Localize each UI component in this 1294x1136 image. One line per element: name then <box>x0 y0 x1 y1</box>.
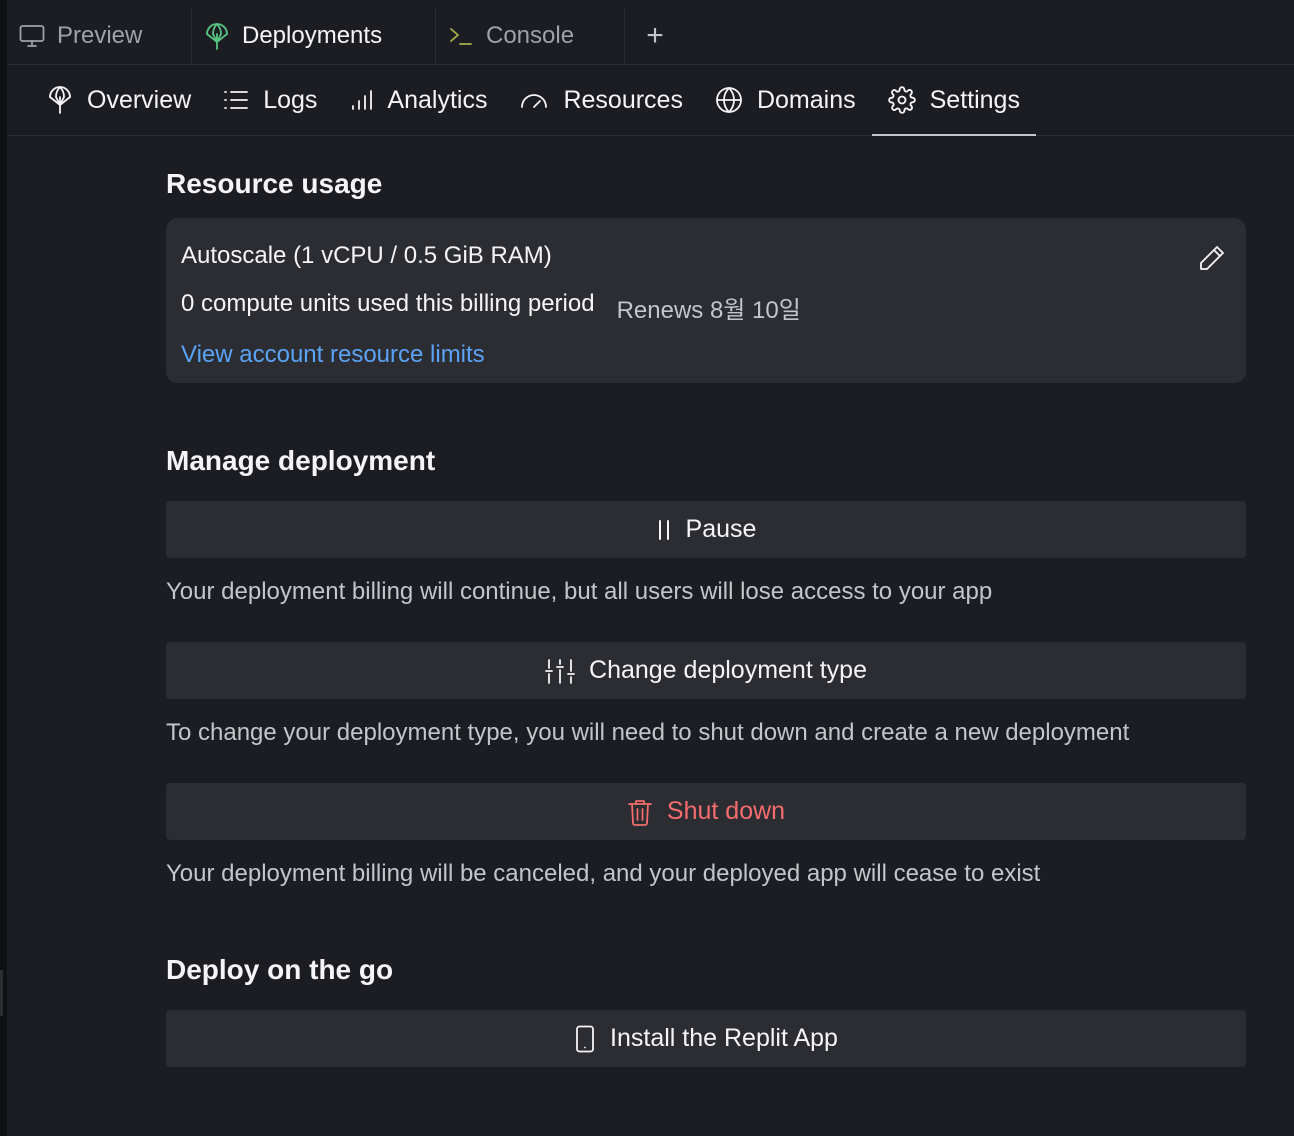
resource-usage-title: Resource usage <box>166 168 383 199</box>
shut-down-button[interactable]: Shut down <box>166 783 1246 840</box>
manage-deployment-title: Manage deployment <box>166 445 436 476</box>
nav-settings[interactable]: Settings <box>871 65 1037 136</box>
install-replit-app-button[interactable]: Install the Replit App <box>166 1010 1246 1067</box>
tab-deployments[interactable]: Deployments <box>192 8 436 64</box>
tab-deployments-label: Deployments <box>242 22 383 49</box>
bar-chart-icon <box>352 90 373 110</box>
pause-button[interactable]: Pause <box>166 501 1246 558</box>
nav-resources-label: Resources <box>563 85 683 114</box>
app-root: Preview Deployments Console + Overview L… <box>0 0 1294 1136</box>
plus-icon: + <box>646 19 664 52</box>
nav-logs[interactable]: Logs <box>207 65 333 135</box>
nav-logs-label: Logs <box>263 85 318 114</box>
pause-label: Pause <box>685 515 757 543</box>
deployment-nav: Overview Logs Analytics Resources Domain… <box>7 65 1294 136</box>
nav-overview[interactable]: Overview <box>31 65 207 135</box>
terminal-icon <box>450 28 472 45</box>
add-tab-button[interactable]: + <box>625 8 685 64</box>
resource-usage-card: Autoscale (1 vCPU / 0.5 GiB RAM) 0 compu… <box>166 218 1246 383</box>
change-deployment-type-button[interactable]: Change deployment type <box>166 642 1246 699</box>
pencil-icon <box>1200 246 1224 270</box>
machine-config: Autoscale (1 vCPU / 0.5 GiB RAM) <box>181 242 552 269</box>
usage-row: 0 compute units used this billing period… <box>181 290 1231 325</box>
deployments-icon <box>49 86 71 114</box>
nav-resources[interactable]: Resources <box>503 65 699 135</box>
left-edge <box>0 0 7 1136</box>
shut-down-label: Shut down <box>666 797 786 825</box>
change-deployment-type-label: Change deployment type <box>589 656 867 684</box>
trash-icon <box>628 799 652 826</box>
tab-bar: Preview Deployments Console + <box>7 8 1294 65</box>
tab-preview-label: Preview <box>57 22 143 49</box>
tab-preview[interactable]: Preview <box>7 8 192 64</box>
tab-console[interactable]: Console <box>436 8 625 64</box>
gear-icon <box>887 86 916 114</box>
nav-settings-label: Settings <box>929 85 1020 114</box>
tab-console-label: Console <box>486 22 575 49</box>
shut-down-description: Your deployment billing will be canceled… <box>166 860 1041 887</box>
settings-content: Resource usage Autoscale (1 vCPU / 0.5 G… <box>166 136 1246 1067</box>
renewal-date: Renews 8월 10일 <box>616 297 801 324</box>
pause-icon <box>658 519 669 540</box>
sliders-icon <box>545 658 575 684</box>
pause-description: Your deployment billing will continue, b… <box>166 578 993 605</box>
gauge-icon <box>521 94 548 108</box>
compute-units-used: 0 compute units used this billing period <box>181 290 595 317</box>
nav-analytics-label: Analytics <box>387 85 488 114</box>
nav-domains-label: Domains <box>756 85 856 114</box>
phone-icon <box>576 1025 594 1052</box>
resource-limits-link[interactable]: View account resource limits <box>181 341 485 369</box>
deploy-on-the-go-title: Deploy on the go <box>166 954 394 985</box>
install-replit-app-label: Install the Replit App <box>610 1024 838 1052</box>
globe-icon <box>716 87 742 113</box>
nav-overview-label: Overview <box>87 85 192 114</box>
nav-domains[interactable]: Domains <box>699 65 872 135</box>
monitor-icon <box>19 25 45 47</box>
list-icon <box>224 91 249 109</box>
edit-button[interactable] <box>1198 244 1226 277</box>
change-deployment-type-description: To change your deployment type, you will… <box>166 719 1130 746</box>
nav-analytics[interactable]: Analytics <box>333 65 503 135</box>
resize-handle[interactable] <box>0 970 3 1016</box>
deployments-icon <box>206 23 228 50</box>
